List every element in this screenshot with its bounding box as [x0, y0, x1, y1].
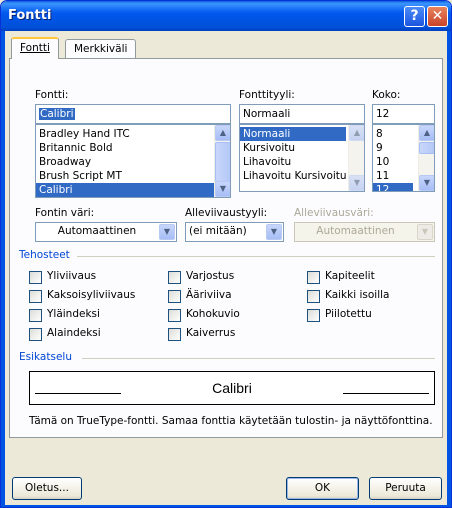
scroll-down-icon[interactable]: ▼ [419, 175, 434, 191]
scroll-up-icon[interactable]: ▲ [215, 125, 230, 141]
outline-label: Ääriviiva [186, 289, 232, 301]
font-info-text: Tämä on TrueType-fontti. Samaa fonttia k… [29, 415, 433, 427]
underline-color-value: Automaattinen [316, 225, 395, 237]
chevron-down-icon[interactable]: ▼ [266, 224, 282, 240]
scroll-thumb[interactable] [215, 142, 230, 182]
scroll-up-icon[interactable]: ▲ [419, 125, 434, 141]
double-strikethrough-checkbox[interactable] [29, 290, 42, 303]
list-item-selected[interactable]: Calibri [36, 183, 214, 197]
divider [82, 358, 435, 359]
emboss-label: Kohokuvio [186, 308, 240, 320]
scroll-down-icon[interactable]: ▼ [215, 181, 230, 197]
superscript-label: Yläindeksi [47, 308, 100, 320]
style-list-scrollbar[interactable]: ▲ ▼ [348, 125, 364, 191]
tab-character-spacing-label: Merkkiväli [74, 43, 128, 55]
small-caps-label: Kapiteelit [325, 270, 375, 282]
list-item[interactable]: Brush Script MT [36, 169, 230, 183]
hidden-checkbox[interactable] [307, 309, 320, 322]
window-frame-left [1, 31, 5, 507]
shadow-checkbox[interactable] [168, 271, 181, 284]
default-button[interactable]: Oletus... [12, 477, 82, 500]
list-item-selected[interactable]: 12 [373, 183, 413, 191]
effects-group-title: Tehosteet [19, 249, 70, 261]
underline-style-select[interactable]: (ei mitään) ▼ [185, 222, 284, 242]
hidden-label: Piilotettu [325, 308, 372, 320]
subscript-checkbox[interactable] [29, 328, 42, 341]
font-label: Fontti: [35, 89, 69, 101]
engrave-checkbox[interactable] [168, 328, 181, 341]
help-button[interactable]: ? [404, 6, 425, 27]
font-tab-panel: Fontti: Calibri Bradley Hand ITC Britann… [9, 58, 443, 438]
preview-box: Calibri [29, 371, 435, 405]
cancel-button[interactable]: Peruuta [369, 477, 442, 500]
style-list[interactable]: Normaali Kursivoitu Lihavoitu Lihavoitu … [239, 124, 365, 192]
all-caps-checkbox[interactable] [307, 290, 320, 303]
tab-character-spacing[interactable]: Merkkiväli [65, 39, 137, 59]
style-input[interactable]: Normaali [239, 104, 365, 124]
double-strikethrough-label: Kaksoisyliviivaus [47, 289, 136, 301]
window-title: Fontti [8, 8, 52, 23]
list-item-selected[interactable]: Normaali [240, 127, 346, 141]
title-bar[interactable]: Fontti ? ✕ [1, 1, 451, 31]
strikethrough-checkbox[interactable] [29, 271, 42, 284]
subscript-label: Alaindeksi [47, 327, 101, 339]
ok-button[interactable]: OK [286, 477, 359, 500]
font-input-value: Calibri [39, 108, 75, 120]
all-caps-label: Kaikki isoilla [325, 289, 390, 301]
scroll-thumb[interactable] [419, 142, 434, 154]
scroll-up-icon[interactable]: ▲ [349, 125, 364, 141]
underline-style-label: Alleviivaustyyli: [185, 207, 268, 219]
underline-color-select: Automaattinen ▼ [294, 222, 435, 242]
chevron-down-icon[interactable]: ▼ [159, 224, 175, 240]
close-button[interactable]: ✕ [427, 6, 448, 27]
list-item[interactable]: Lihavoitu Kursivoitu [240, 169, 364, 183]
shadow-label: Varjostus [186, 270, 235, 282]
engrave-label: Kaiverrus [186, 327, 236, 339]
list-item[interactable]: Lihavoitu [240, 155, 364, 169]
emboss-checkbox[interactable] [168, 309, 181, 322]
tab-font[interactable]: Fontti [11, 37, 59, 59]
size-input[interactable]: 12 [372, 104, 435, 124]
size-list[interactable]: 8 9 10 11 12 ▲ ▼ [372, 124, 435, 192]
font-color-select[interactable]: Automaattinen ▼ [35, 222, 177, 242]
underline-style-value: (ei mitään) [189, 225, 247, 237]
preview-baseline-right [343, 393, 429, 394]
tab-font-label: Fontti [20, 42, 50, 54]
font-list-scrollbar[interactable]: ▲ ▼ [214, 125, 230, 197]
small-caps-checkbox[interactable] [307, 271, 320, 284]
size-label: Koko: [372, 89, 401, 101]
font-input[interactable]: Calibri [35, 104, 231, 124]
window-frame-right [447, 31, 451, 507]
style-label: Fonttityyli: [239, 89, 295, 101]
scroll-down-icon[interactable]: ▼ [349, 175, 364, 191]
list-item[interactable]: Bradley Hand ITC [36, 127, 230, 141]
outline-checkbox[interactable] [168, 290, 181, 303]
font-list[interactable]: Bradley Hand ITC Britannic Bold Broadway… [35, 124, 231, 198]
preview-group-title: Esikatselu [19, 351, 72, 363]
list-item[interactable]: Britannic Bold [36, 141, 230, 155]
strikethrough-label: Yliviivaus [47, 270, 97, 282]
list-item[interactable]: Kursivoitu [240, 141, 364, 155]
font-color-value: Automaattinen [57, 225, 137, 237]
size-list-scrollbar[interactable]: ▲ ▼ [418, 125, 434, 191]
list-item[interactable]: Broadway [36, 155, 230, 169]
divider [77, 256, 435, 257]
superscript-checkbox[interactable] [29, 309, 42, 322]
chevron-down-icon: ▼ [417, 224, 433, 240]
font-dialog: Fontti ? ✕ Fontti Merkkiväli Fontti: Cal… [0, 0, 452, 508]
font-color-label: Fontin väri: [35, 207, 95, 219]
underline-color-label: Alleviivausväri: [294, 207, 374, 219]
